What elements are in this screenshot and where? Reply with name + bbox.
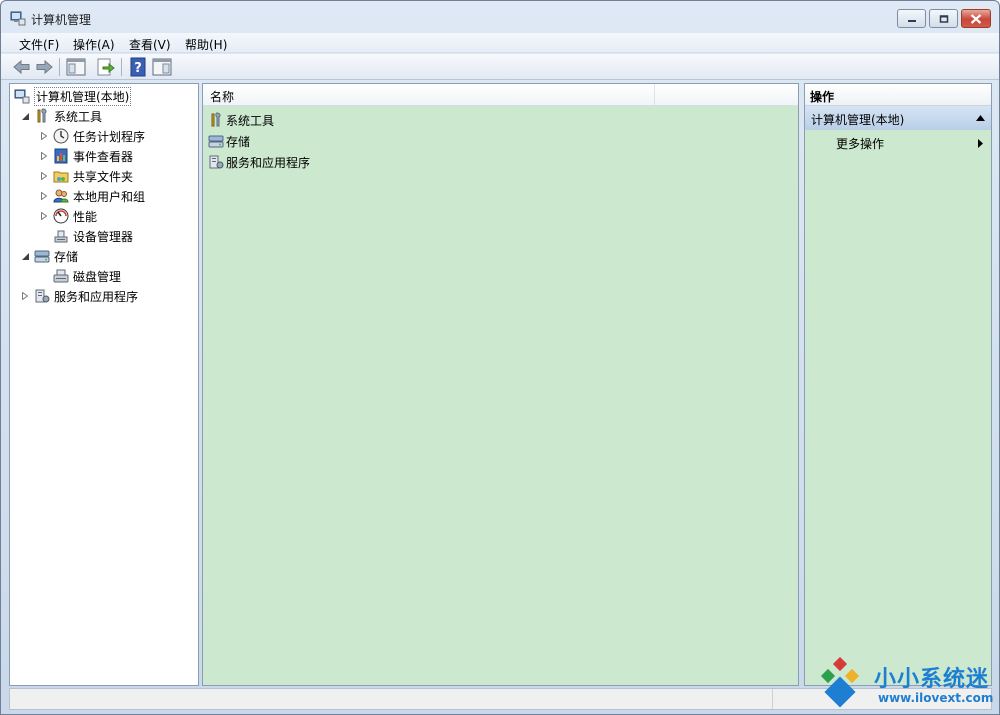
list-item-services-applications[interactable]: 服务和应用程序: [208, 152, 310, 172]
tree-item-event-viewer[interactable]: 事件查看器: [39, 146, 133, 166]
tree-item-performance[interactable]: 性能: [39, 206, 97, 226]
clock-icon: [53, 128, 69, 144]
export-list-icon[interactable]: [95, 56, 117, 78]
expand-arrow-icon[interactable]: [39, 131, 49, 141]
minimize-icon: [907, 19, 916, 22]
status-divider: [772, 689, 773, 709]
shared-folder-icon: [53, 171, 69, 183]
expand-arrow-icon[interactable]: [39, 191, 49, 201]
tree-label: 计算机管理(本地): [34, 86, 132, 106]
expand-arrow-icon[interactable]: [39, 211, 49, 221]
minimize-button[interactable]: [897, 9, 926, 28]
tree-label: 服务和应用程序: [54, 289, 139, 304]
tree-item-computer-management[interactable]: 计算机管理(本地): [14, 86, 132, 106]
more-actions-item[interactable]: 更多操作: [836, 135, 884, 152]
watermark-text: 小小系统迷: [874, 667, 990, 692]
tools-icon: [37, 108, 47, 123]
column-divider[interactable]: [654, 84, 655, 106]
tree-item-local-users-groups[interactable]: 本地用户和组: [39, 186, 145, 206]
tree-label: 存储: [54, 249, 79, 264]
collapse-arrow-icon[interactable]: [20, 111, 30, 121]
window-title: 计算机管理: [31, 13, 92, 27]
maximize-icon: [939, 14, 948, 23]
forward-icon[interactable]: [33, 56, 55, 78]
tools-icon: [211, 112, 221, 127]
watermark-logo-icon: [820, 657, 860, 708]
menu-action[interactable]: 操作(A): [73, 36, 115, 53]
expand-arrow-icon[interactable]: [39, 171, 49, 181]
tree-item-services-applications[interactable]: 服务和应用程序: [20, 286, 138, 306]
watermark-url: www.ilovext.com: [878, 691, 994, 705]
submenu-arrow-icon[interactable]: [978, 139, 983, 148]
show-hide-action-pane-icon[interactable]: [151, 56, 173, 78]
computer-management-icon: [10, 11, 26, 26]
tree-item-shared-folders[interactable]: 共享文件夹: [39, 166, 133, 186]
toolbar-separator: [59, 58, 60, 76]
list-item-label: 存储: [226, 134, 251, 149]
list-item-storage[interactable]: 存储: [208, 131, 250, 151]
expand-arrow-icon[interactable]: [39, 151, 49, 161]
tree-item-disk-management[interactable]: 磁盘管理: [39, 266, 121, 286]
close-icon: [970, 13, 982, 24]
expand-arrow-icon[interactable]: [20, 291, 30, 301]
tree-label: 性能: [73, 209, 98, 224]
title-bar[interactable]: 计算机管理: [1, 1, 999, 33]
computer-management-icon: [14, 89, 30, 104]
services-icon: [209, 155, 224, 169]
tree-item-storage[interactable]: 存储: [20, 246, 78, 266]
toolbar: ?: [1, 54, 999, 80]
console-tree-pane[interactable]: 计算机管理(本地) 系统工具 任务计划程序 事件查看器 共享文件夹 本地用户和组…: [9, 83, 199, 686]
help-icon[interactable]: ?: [127, 56, 149, 78]
actions-title: 操作: [805, 84, 991, 106]
tree-item-task-scheduler[interactable]: 任务计划程序: [39, 126, 145, 146]
menu-view[interactable]: 查看(V): [129, 36, 171, 53]
event-viewer-icon: [54, 148, 68, 164]
close-button[interactable]: [961, 9, 991, 28]
actions-pane: 操作 计算机管理(本地) 更多操作: [804, 83, 992, 686]
tree-label: 任务计划程序: [73, 129, 146, 144]
back-icon[interactable]: [11, 56, 33, 78]
list-item-label: 服务和应用程序: [226, 155, 311, 170]
menu-bar: 文件(F) 操作(A) 查看(V) 帮助(H): [1, 33, 999, 53]
tree-item-device-manager[interactable]: 设备管理器: [39, 226, 133, 246]
list-item-system-tools[interactable]: 系统工具: [208, 110, 274, 130]
services-icon: [35, 289, 50, 303]
computer-management-window: 计算机管理 文件(F) 操作(A) 查看(V) 帮助(H) ? 计算机管理(本地…: [0, 0, 1000, 715]
details-pane[interactable]: 名称 系统工具 存储 服务和应用程序: [202, 83, 799, 686]
storage-icon: [208, 135, 224, 148]
collapse-arrow-icon[interactable]: [20, 251, 30, 261]
tree-label: 系统工具: [54, 109, 103, 124]
svg-text:?: ?: [134, 61, 142, 76]
maximize-button[interactable]: [929, 9, 958, 28]
show-hide-console-tree-icon[interactable]: [65, 56, 87, 78]
column-header: 名称: [203, 84, 798, 106]
storage-icon: [34, 250, 50, 263]
tree-item-system-tools[interactable]: 系统工具: [20, 106, 102, 126]
menu-help[interactable]: 帮助(H): [185, 36, 227, 53]
site-watermark: 小小系统迷 www.ilovext.com: [811, 657, 996, 713]
actions-group-header[interactable]: 计算机管理(本地): [805, 106, 991, 130]
caption-buttons: [897, 9, 991, 28]
tree-label: 事件查看器: [73, 149, 134, 164]
toolbar-separator: [121, 58, 122, 76]
collapse-up-icon[interactable]: [976, 115, 985, 121]
tree-label: 磁盘管理: [73, 269, 122, 284]
device-manager-icon: [54, 230, 68, 243]
tree-label: 设备管理器: [73, 229, 134, 244]
actions-group-label: 计算机管理(本地): [811, 113, 905, 127]
users-icon: [53, 189, 69, 203]
tree-label: 共享文件夹: [73, 169, 134, 184]
list-item-label: 系统工具: [226, 113, 275, 128]
disk-management-icon: [53, 269, 69, 283]
menu-file[interactable]: 文件(F): [19, 36, 59, 53]
column-header-name[interactable]: 名称: [210, 88, 234, 105]
performance-icon: [53, 208, 69, 224]
tree-label: 本地用户和组: [73, 189, 146, 204]
